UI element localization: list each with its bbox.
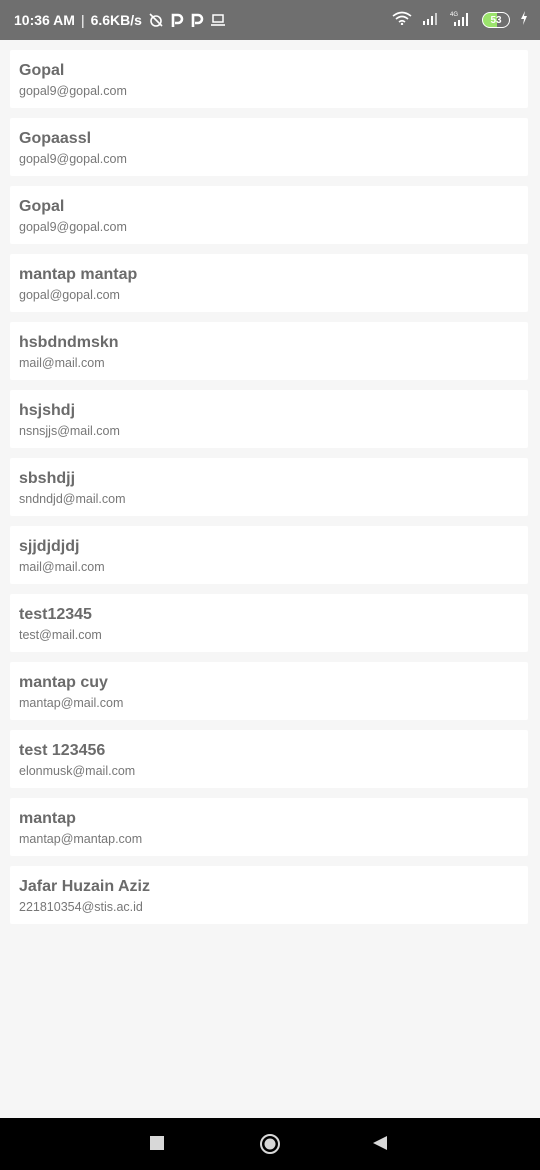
wifi-icon — [392, 11, 412, 30]
parking-app-icon — [170, 12, 184, 28]
user-list-item[interactable]: Jafar Huzain Aziz 221810354@stis.ac.id — [10, 866, 528, 924]
status-time: 10:36 AM — [14, 12, 75, 28]
alarm-off-icon — [148, 12, 164, 28]
user-name: Jafar Huzain Aziz — [19, 878, 150, 895]
user-name: test12345 — [19, 606, 92, 623]
user-list-item[interactable]: Gopal gopal9@gopal.com — [10, 50, 528, 108]
status-bar: 10:36 AM | 6.6KB/s 4G 53 — [0, 0, 540, 40]
signal-icon — [422, 11, 440, 30]
laptop-icon — [210, 13, 226, 27]
status-separator: | — [80, 12, 85, 28]
status-bar-left: 10:36 AM | 6.6KB/s — [14, 12, 226, 28]
status-net-speed: 6.6KB/s — [90, 12, 142, 28]
system-nav-bar — [0, 1118, 540, 1170]
user-name: Gopal — [19, 198, 65, 215]
user-list-item[interactable]: mantap cuy mantap@mail.com — [10, 662, 528, 720]
user-email: sndndjd@mail.com — [19, 492, 126, 506]
user-email: mail@mail.com — [19, 356, 105, 370]
svg-text:4G: 4G — [450, 12, 458, 18]
user-list-item[interactable]: hsbdndmskn mail@mail.com — [10, 322, 528, 380]
user-list-item[interactable]: test12345 test@mail.com — [10, 594, 528, 652]
user-name: hsbdndmskn — [19, 334, 119, 351]
charging-icon — [520, 10, 528, 30]
user-name: hsjshdj — [19, 402, 76, 419]
user-email: mantap@mantap.com — [19, 832, 143, 846]
user-list-item[interactable]: sbshdjj sndndjd@mail.com — [10, 458, 528, 516]
user-name: Gopal — [19, 62, 65, 79]
user-list-item[interactable]: sjjdjdjdj mail@mail.com — [10, 526, 528, 584]
user-email: 221810354@stis.ac.id — [19, 900, 143, 914]
user-email: test@mail.com — [19, 628, 102, 642]
user-email: mail@mail.com — [19, 560, 105, 574]
user-list: Gopal gopal9@gopal.com Gopaassl gopal9@g… — [10, 50, 528, 924]
battery-icon: 53 — [482, 12, 510, 28]
user-email: gopal@gopal.com — [19, 288, 120, 302]
user-list-item[interactable]: hsjshdj nsnsjjs@mail.com — [10, 390, 528, 448]
user-email: gopal9@gopal.com — [19, 220, 127, 234]
user-list-item[interactable]: Gopal gopal9@gopal.com — [10, 186, 528, 244]
user-list-item[interactable]: mantap mantap@mantap.com — [10, 798, 528, 856]
user-name: sjjdjdjdj — [19, 538, 80, 555]
user-name: Gopaassl — [19, 130, 92, 147]
user-email: nsnsjjs@mail.com — [19, 424, 120, 438]
user-email: gopal9@gopal.com — [19, 84, 127, 98]
back-triangle-icon[interactable] — [373, 1136, 387, 1150]
signal-4g-icon: 4G — [450, 10, 472, 31]
user-list-item[interactable]: test 123456 elonmusk@mail.com — [10, 730, 528, 788]
user-name: test 123456 — [19, 742, 106, 759]
home-circle-icon[interactable] — [259, 1133, 281, 1155]
recents-square-icon[interactable] — [150, 1136, 164, 1150]
parking-app-icon — [190, 12, 204, 28]
status-bar-right: 4G 53 — [392, 10, 528, 31]
user-name: mantap cuy — [19, 674, 108, 691]
battery-level: 53 — [490, 14, 502, 26]
user-email: elonmusk@mail.com — [19, 764, 136, 778]
user-name: sbshdjj — [19, 470, 76, 487]
user-list-item[interactable]: Gopaassl gopal9@gopal.com — [10, 118, 528, 176]
user-name: mantap mantap — [19, 266, 138, 283]
user-name: mantap — [19, 810, 76, 827]
user-email: mantap@mail.com — [19, 696, 124, 710]
user-email: gopal9@gopal.com — [19, 152, 127, 166]
user-list-item[interactable]: mantap mantap gopal@gopal.com — [10, 254, 528, 312]
